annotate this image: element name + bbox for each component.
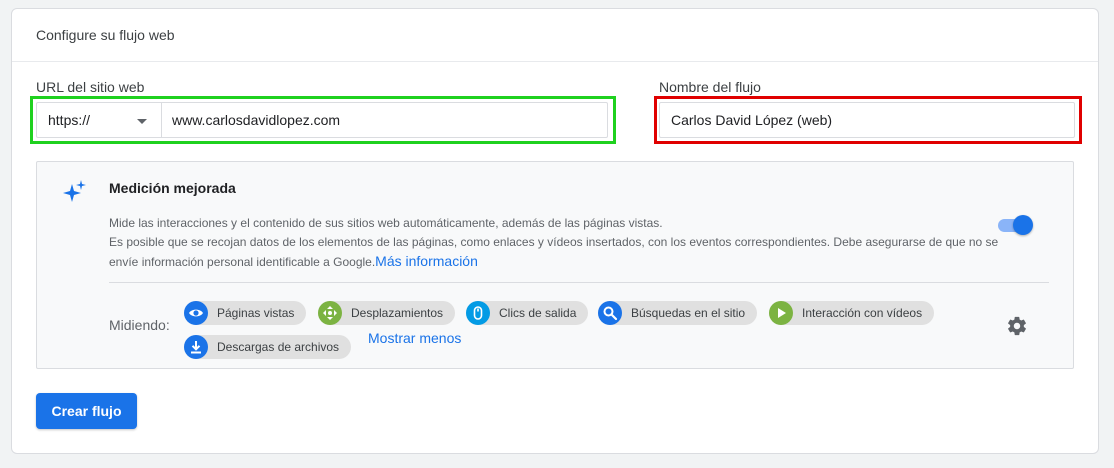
sparkle-icon [63,180,86,202]
chip-label: Búsquedas en el sitio [631,306,746,320]
chip-label: Descargas de archivos [217,340,340,354]
description-line-2: Es posible que se recojan datos de los e… [109,235,999,269]
protocol-select[interactable]: https:// [37,103,162,137]
mouse-icon [466,301,490,325]
chip-label: Páginas vistas [217,306,295,320]
chip-scrolls: Desplazamientos [318,301,456,325]
url-label: URL del sitio web [36,79,145,95]
url-field: https:// [36,102,608,138]
url-input[interactable] [162,103,607,137]
chip-site-search: Búsquedas en el sitio [598,301,758,325]
chip-page-views: Páginas vistas [184,301,307,325]
play-icon [769,301,793,325]
chip-label: Interacción con vídeos [802,306,923,320]
toggle-knob [1013,215,1033,235]
enhanced-measurement-description: Mide las interacciones y el contenido de… [109,214,999,272]
divider [109,282,1049,283]
dropdown-arrow-icon [137,119,147,124]
download-icon [184,335,208,359]
chip-video-engagement: Interacción con vídeos [769,301,935,325]
search-icon [598,301,622,325]
enhanced-measurement-toggle[interactable] [996,214,1034,236]
scroll-icon [318,301,342,325]
gear-icon[interactable] [1006,315,1028,337]
measuring-label: Midiendo: [109,317,170,333]
chip-label: Desplazamientos [351,306,444,320]
chip-label: Clics de salida [499,306,577,320]
chip-outbound-clicks: Clics de salida [466,301,589,325]
eye-icon [184,301,208,325]
stream-name-input[interactable] [659,102,1075,138]
show-less-link[interactable]: Mostrar menos [368,330,461,346]
enhanced-measurement-panel: Medición mejorada Mide las interacciones… [36,161,1074,369]
enhanced-measurement-title: Medición mejorada [109,180,236,196]
card-title: Configure su flujo web [12,9,1098,62]
web-stream-card: Configure su flujo web URL del sitio web… [11,8,1099,454]
chip-file-downloads: Descargas de archivos [184,335,352,359]
more-info-link[interactable]: Más información [375,253,478,269]
create-stream-button[interactable]: Crear flujo [36,393,137,429]
protocol-value: https:// [48,112,91,128]
description-line-1: Mide las interacciones y el contenido de… [109,216,663,230]
stream-name-label: Nombre del flujo [659,79,761,95]
